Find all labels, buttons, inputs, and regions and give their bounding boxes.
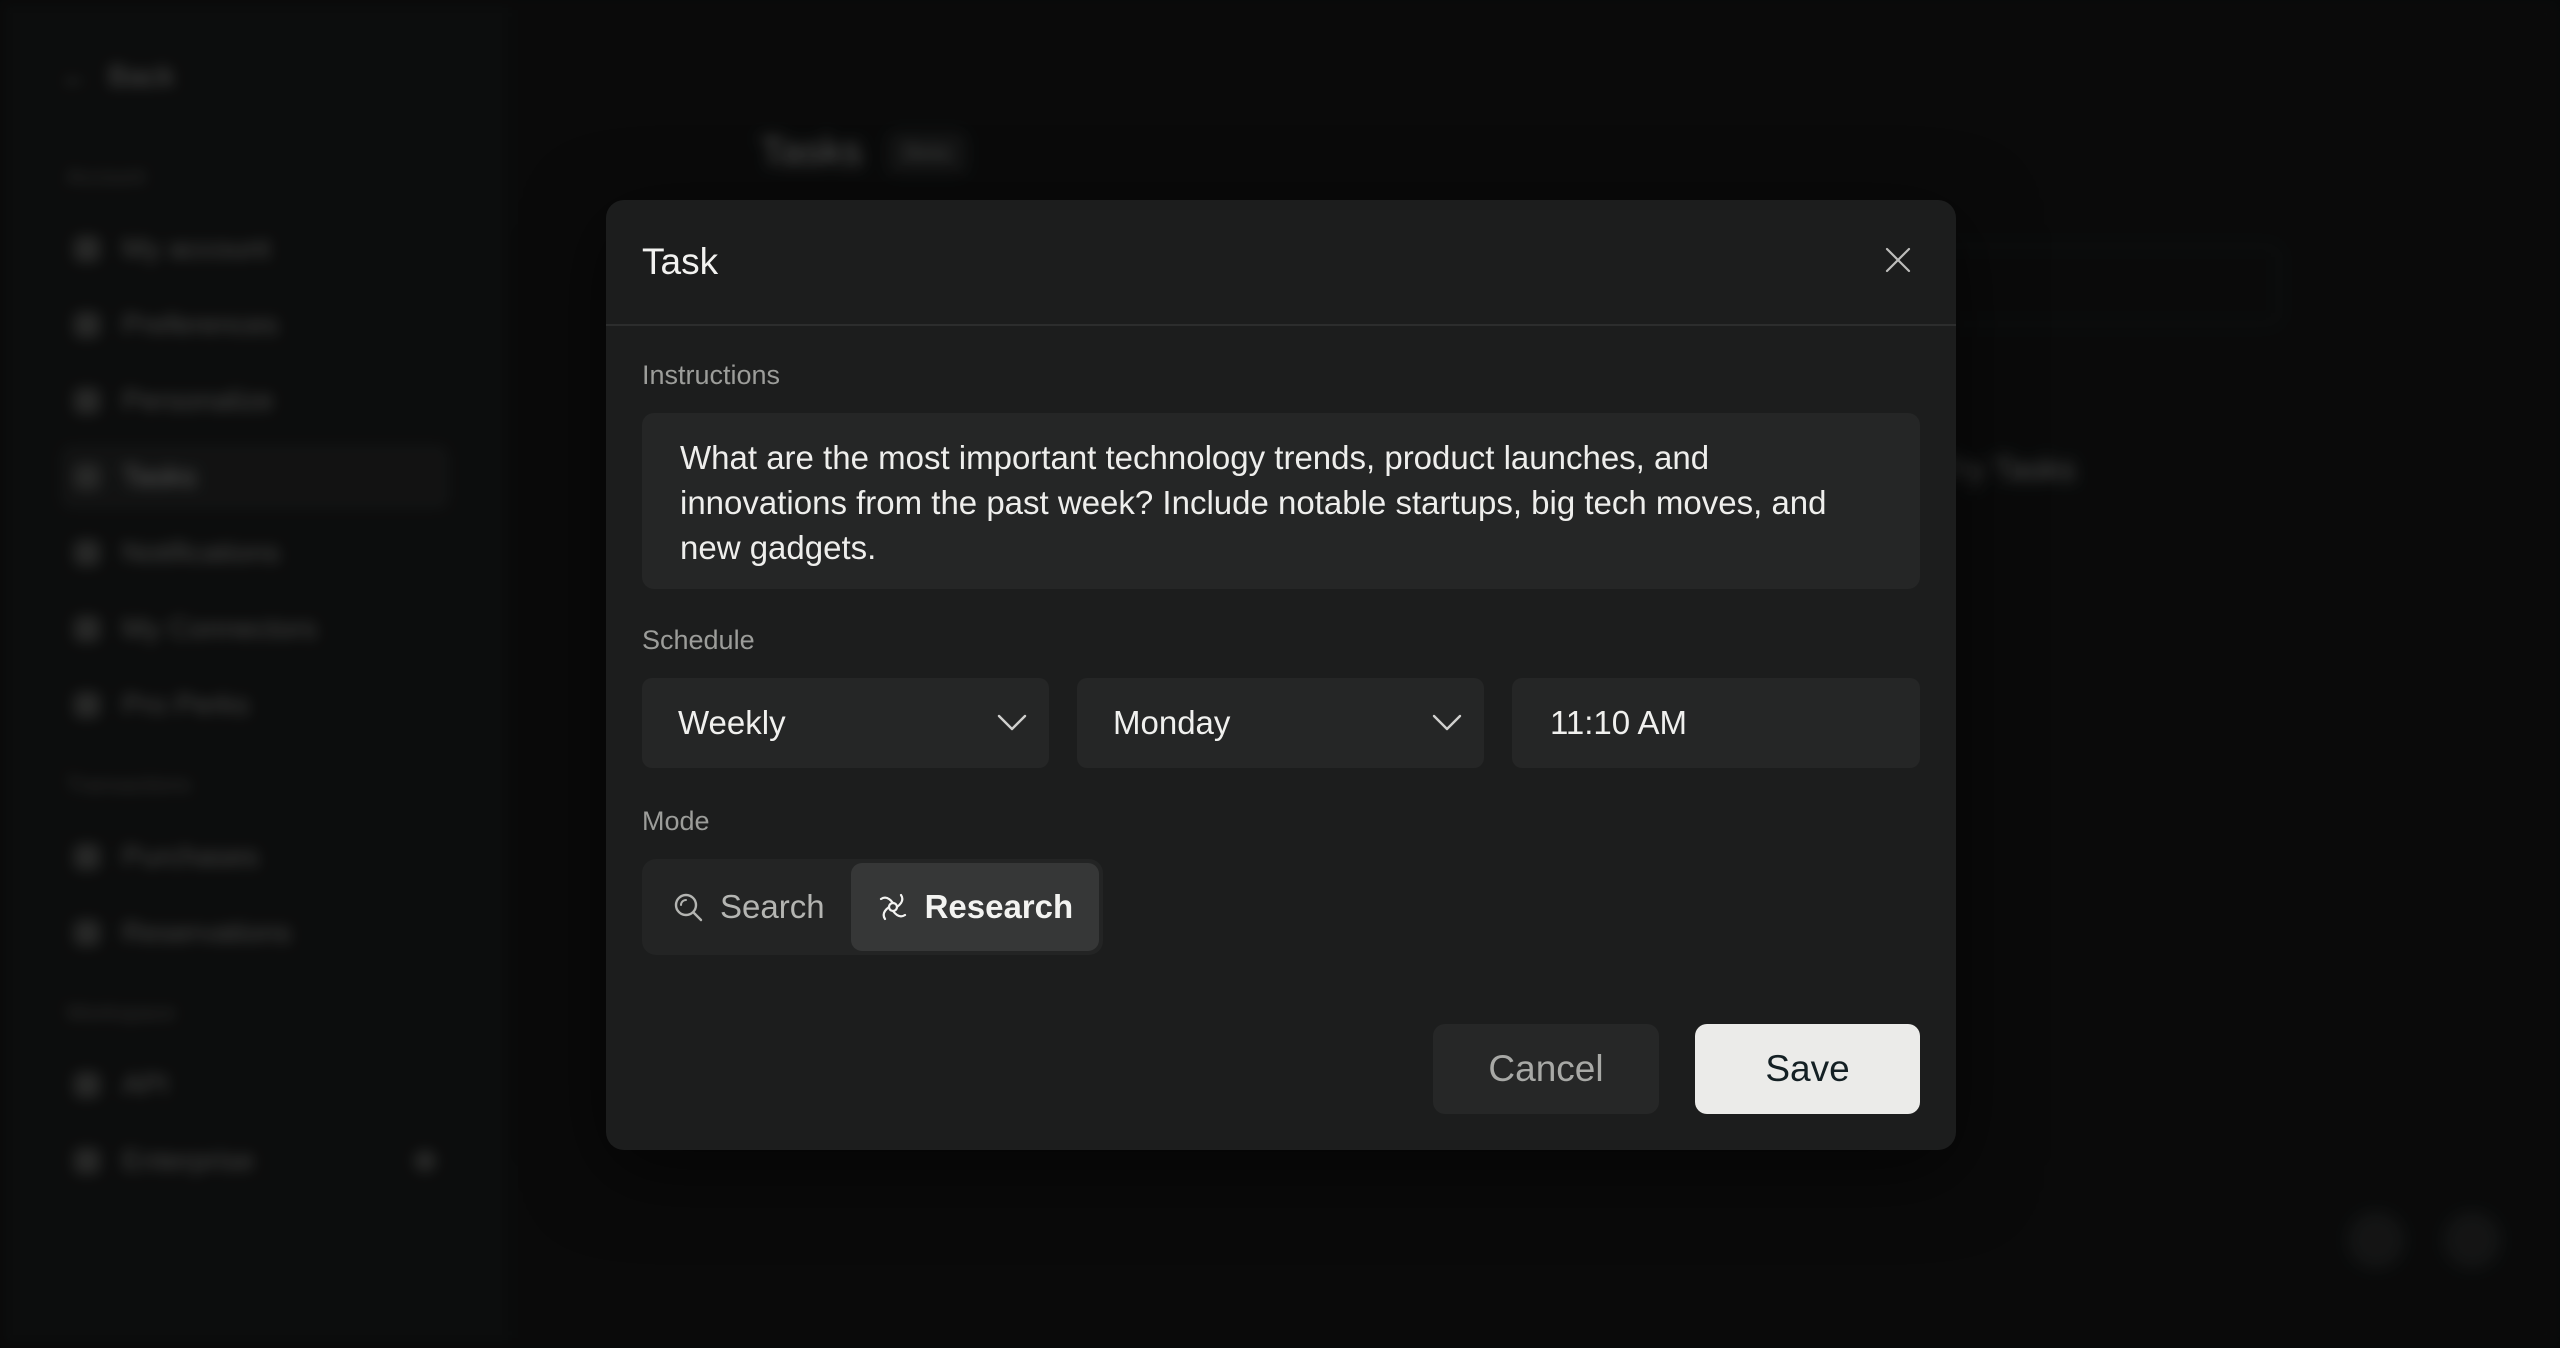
- schedule-row: Weekly Monday 11:10 AM: [642, 678, 1920, 768]
- day-value: Monday: [1113, 704, 1231, 741]
- dialog-header: Task: [606, 200, 1956, 326]
- mode-research-label: Research: [924, 888, 1074, 925]
- instructions-label: Instructions: [642, 360, 781, 390]
- schedule-label: Schedule: [642, 625, 755, 655]
- save-button[interactable]: Save: [1695, 1024, 1920, 1114]
- close-icon: [1885, 247, 1911, 273]
- time-input[interactable]: 11:10 AM: [1512, 678, 1920, 768]
- search-icon: [674, 893, 703, 922]
- mode-label: Mode: [642, 806, 710, 836]
- day-select[interactable]: Monday: [1077, 678, 1484, 768]
- cancel-button[interactable]: Cancel: [1433, 1024, 1659, 1114]
- chevron-down-icon: [1432, 714, 1462, 731]
- time-value: 11:10 AM: [1550, 704, 1687, 741]
- frequency-value: Weekly: [678, 704, 786, 741]
- mode-toggle: Search Research: [642, 859, 1104, 955]
- dialog-title: Task: [642, 241, 719, 282]
- mode-search-option[interactable]: Search: [646, 863, 851, 951]
- mode-search-label: Search: [720, 888, 825, 925]
- dialog-body: Instructions What are the most important…: [606, 326, 1956, 955]
- research-icon: [879, 893, 906, 921]
- frequency-select[interactable]: Weekly: [642, 678, 1049, 768]
- instructions-textarea[interactable]: What are the most important technology t…: [642, 413, 1920, 589]
- chevron-down-icon: [997, 714, 1027, 731]
- mode-research-option[interactable]: Research: [850, 863, 1100, 951]
- task-dialog: Task Instructions What are the most impo…: [606, 200, 1956, 1150]
- dialog-footer: Cancel Save: [1433, 1024, 1920, 1114]
- close-button[interactable]: [1876, 238, 1920, 282]
